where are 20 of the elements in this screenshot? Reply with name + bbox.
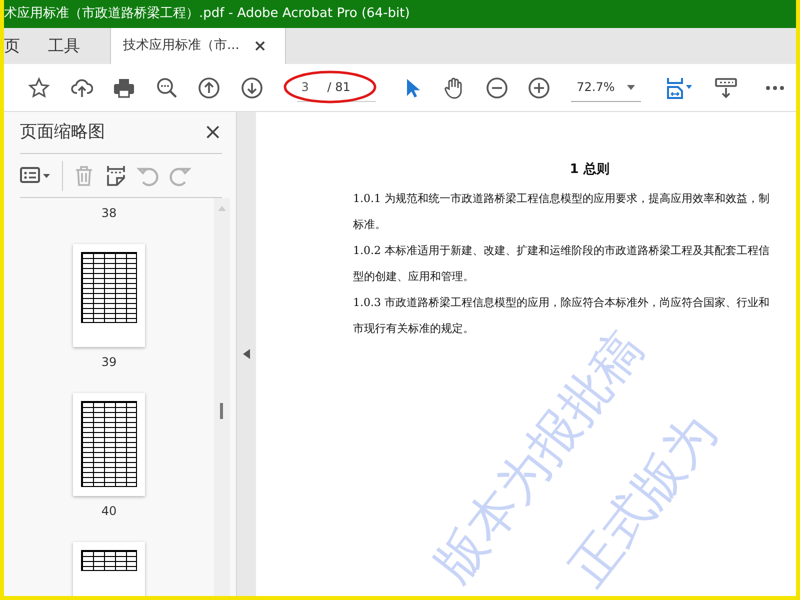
page-number: 39 [101, 354, 117, 371]
panel-title: 页面缩略图 [20, 120, 105, 144]
section-heading: 1 总则 [568, 161, 610, 179]
zoom-dropdown[interactable]: 72.7% [570, 74, 641, 102]
paragraph-line: 标准。 [353, 216, 387, 232]
paragraph-line: 1.0.2 本标准适用于新建、改建、扩建和运维阶段的市政道路桥梁工程及其配套工程信 [353, 242, 770, 258]
window-title: 术应用标准（市政道路桥梁工程）.pdf - Adobe Acrobat Pro (64-bit) [4, 0, 796, 28]
paragraph-line: 市现行有关标准的规定。 [353, 320, 475, 336]
page-number-input[interactable]: 3 [297, 74, 328, 102]
paragraph-line: 型的创建、应用和管理。 [353, 268, 475, 284]
close-tab-icon[interactable]: × [253, 34, 267, 58]
close-button[interactable]: × [204, 116, 222, 149]
paragraph-line: 1.0.1 为规范和统一市政道路桥梁工程信息模型的应用要求，提高应用效率和效益，制 [353, 190, 770, 206]
page-total: / 81 [327, 74, 376, 102]
paragraph-line: 1.0.3 市政道路桥梁工程信息模型的应用，除应符合本标准外，尚应符合国家、行业和 [353, 294, 770, 310]
tab[interactable]: 技术应用标准（市... × [110, 28, 286, 64]
page-number: 40 [101, 503, 117, 520]
tab[interactable]: 工具 [36, 28, 92, 64]
tab[interactable]: 页 [4, 28, 32, 64]
page-number: 38 [101, 205, 117, 222]
